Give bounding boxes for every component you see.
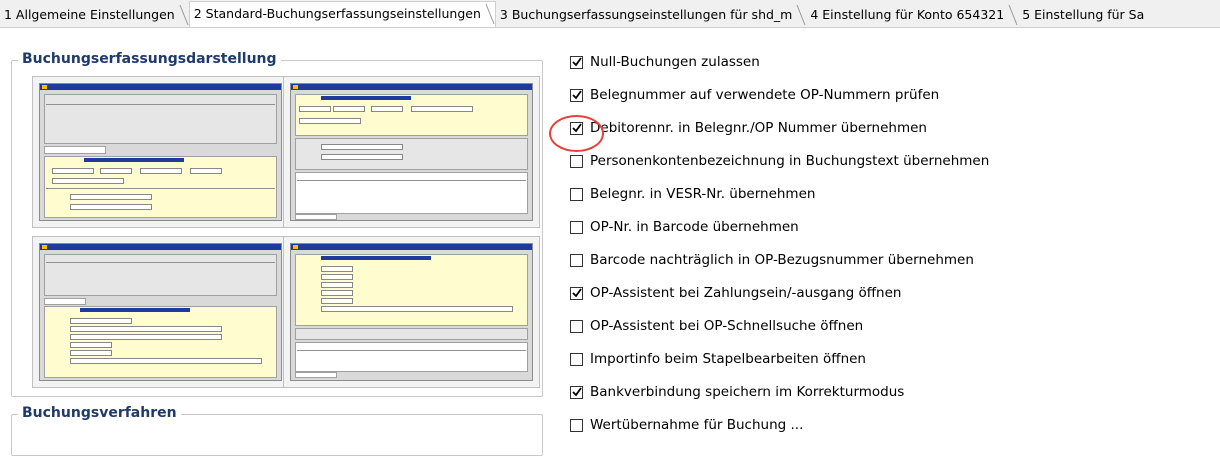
option-op-nr-barcode[interactable]: OP-Nr. in Barcode übernehmen (570, 217, 799, 237)
highlight-circle (549, 115, 604, 152)
display-groupbox: Buchungserfassungsdarstellung (11, 51, 543, 397)
option-label: Personenkontenbezeichnung in Buchungstex… (590, 153, 990, 169)
option-label: Importinfo beim Stapelbearbeiten öffnen (590, 351, 866, 367)
tab-einstellung-sa[interactable]: 5 Einstellung für Sa (1018, 3, 1158, 27)
checkbox[interactable] (570, 154, 583, 168)
tab-standard-buchungserfassungseinstellungen[interactable]: 2 Standard-Buchungserfassungseinstellung… (188, 1, 496, 27)
tab-separator (179, 5, 189, 25)
option-belegnr-vesr[interactable]: Belegnr. in VESR-Nr. übernehmen (570, 184, 815, 204)
checkbox[interactable] (570, 187, 583, 201)
option-label: Belegnr. in VESR-Nr. übernehmen (590, 186, 816, 202)
checkbox[interactable] (570, 418, 583, 432)
procedure-groupbox: Buchungsverfahren (11, 405, 543, 456)
checkbox[interactable] (570, 88, 583, 102)
option-personenkontenbezeichnung[interactable]: Personenkontenbezeichnung in Buchungstex… (570, 151, 989, 171)
layout-preview-4[interactable] (283, 236, 540, 388)
procedure-groupbox-title: Buchungsverfahren (18, 405, 181, 421)
option-null-buchungen[interactable]: Null-Buchungen zulassen (570, 52, 760, 72)
tab-buchungserfassungseinstellungen-shd-m[interactable]: 3 Buchungserfassungseinstellungen für sh… (496, 3, 806, 27)
option-label: OP-Assistent bei OP-Schnellsuche öffnen (590, 318, 864, 334)
checkbox[interactable] (570, 352, 583, 366)
checkbox[interactable] (570, 319, 583, 333)
checkbox[interactable] (570, 253, 583, 267)
option-label: Bankverbindung speichern im Korrekturmod… (590, 384, 905, 400)
option-belegnummer-pruefen[interactable]: Belegnummer auf verwendete OP-Nummern pr… (570, 85, 939, 105)
display-groupbox-title: Buchungserfassungsdarstellung (18, 51, 281, 67)
option-label: Debitorennr. in Belegnr./OP Nummer übern… (590, 120, 927, 136)
tab-label: 3 Buchungserfassungseinstellungen für sh… (499, 7, 793, 22)
option-label: Belegnummer auf verwendete OP-Nummern pr… (590, 87, 940, 103)
checkbox[interactable] (570, 220, 583, 234)
option-label: OP-Nr. in Barcode übernehmen (590, 219, 799, 235)
option-op-assistent-zahlung[interactable]: OP-Assistent bei Zahlungsein/-ausgang öf… (570, 283, 901, 303)
tab-label: 5 Einstellung für Sa (1022, 7, 1145, 22)
checkbox[interactable] (570, 55, 583, 69)
layout-preview-2[interactable] (283, 76, 540, 228)
tab-einstellung-konto[interactable]: 4 Einstellung für Konto 654321 (806, 3, 1018, 27)
tab-bar: 1 Allgemeine Einstellungen 2 Standard-Bu… (0, 0, 1220, 28)
tab-separator (796, 5, 806, 25)
checkbox[interactable] (570, 385, 583, 399)
tab-label: 2 Standard-Buchungserfassungseinstellung… (193, 6, 481, 21)
layout-preview-3[interactable] (32, 236, 289, 388)
option-label: Wertübernahme für Buchung ... (590, 417, 804, 433)
option-importinfo[interactable]: Importinfo beim Stapelbearbeiten öffnen (570, 349, 866, 369)
option-label: Null-Buchungen zulassen (590, 54, 760, 70)
option-debitorennr-uebernehmen[interactable]: Debitorennr. in Belegnr./OP Nummer übern… (570, 118, 927, 138)
tab-separator (485, 4, 495, 24)
option-op-assistent-schnellsuche[interactable]: OP-Assistent bei OP-Schnellsuche öffnen (570, 316, 863, 336)
option-bankverbindung[interactable]: Bankverbindung speichern im Korrekturmod… (570, 382, 904, 402)
checkbox[interactable] (570, 286, 583, 300)
layout-preview-1[interactable] (32, 76, 289, 228)
tab-label: 4 Einstellung für Konto 654321 (810, 7, 1005, 22)
tab-label: 1 Allgemeine Einstellungen (4, 7, 175, 22)
tab-separator (1008, 5, 1018, 25)
tab-allgemeine-einstellungen[interactable]: 1 Allgemeine Einstellungen (0, 3, 189, 27)
option-label: Barcode nachträglich in OP-Bezugsnummer … (590, 252, 974, 268)
option-barcode-nachtraeglich[interactable]: Barcode nachträglich in OP-Bezugsnummer … (570, 250, 974, 270)
option-label: OP-Assistent bei Zahlungsein/-ausgang öf… (590, 285, 902, 301)
option-wertuebernahme[interactable]: Wertübernahme für Buchung ... (570, 415, 803, 435)
